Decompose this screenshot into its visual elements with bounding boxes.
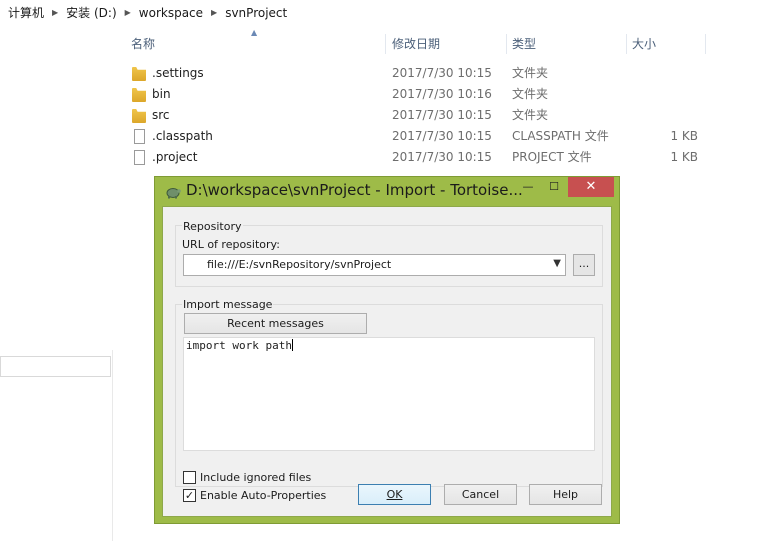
chevron-down-icon[interactable]: ▼ [553,258,561,269]
import-dialog: D:\workspace\svnProject - Import - Torto… [154,176,620,524]
file-type: 文件夹 [512,66,549,80]
file-icon [134,150,145,165]
column-divider[interactable] [705,34,706,54]
file-date: 2017/7/30 10:16 [392,87,492,101]
url-value: file:///E:/svnRepository/svnProject [207,258,392,271]
auto-props-checkbox[interactable]: ✓ [183,489,196,502]
message-text: import work path [186,339,292,352]
close-button[interactable]: ✕ [568,177,614,197]
ok-button[interactable]: OK [358,484,431,505]
auto-props-label[interactable]: Enable Auto-Properties [200,489,326,502]
navigation-pane-divider [112,350,113,541]
dialog-body: Repository URL of repository: file:///E:… [162,206,612,517]
include-ignored-row[interactable]: Include ignored files [183,471,311,484]
file-name: .classpath [152,129,213,143]
column-header-type[interactable]: 类型 [507,32,536,56]
chevron-right-icon[interactable]: ▶ [48,8,62,17]
dialog-title: D:\workspace\svnProject - Import - Torto… [186,181,523,199]
file-date: 2017/7/30 10:15 [392,129,492,143]
column-header-name[interactable]: 名称 [126,32,155,56]
tortoise-icon [166,188,181,199]
file-name: src [152,108,170,122]
cancel-button[interactable]: Cancel [444,484,517,505]
breadcrumb-workspace[interactable]: workspace [135,6,207,20]
column-header-size[interactable]: 大小 [627,32,656,56]
file-size: 1 KB [670,129,698,143]
file-row[interactable]: .project 2017/7/30 10:15 PROJECT 文件 1 KB [126,147,726,168]
repository-group-label: Repository [182,220,243,233]
text-caret [291,339,293,351]
file-size [626,84,698,105]
breadcrumb-svnproject[interactable]: svnProject [221,6,291,20]
breadcrumb-drive[interactable]: 安装 (D:) [62,4,120,21]
file-name: .settings [152,66,204,80]
file-name: bin [152,87,171,101]
chevron-right-icon[interactable]: ▶ [207,8,221,17]
file-row[interactable]: .settings 2017/7/30 10:15 文件夹 [126,63,726,84]
file-type: 文件夹 [512,108,549,122]
column-divider[interactable] [385,34,386,54]
include-ignored-checkbox[interactable] [183,471,196,484]
dialog-titlebar[interactable]: D:\workspace\svnProject - Import - Torto… [155,177,619,205]
file-size [626,63,698,84]
auto-props-row[interactable]: ✓ Enable Auto-Properties [183,489,326,502]
message-textarea[interactable]: import work path [183,337,595,451]
import-message-group-label: Import message [182,298,274,311]
file-size [626,105,698,126]
column-header-date[interactable]: 修改日期 [387,32,440,56]
file-icon [134,129,145,144]
breadcrumb: 计算机 ▶ 安装 (D:) ▶ workspace ▶ svnProject [0,0,769,25]
minimize-button[interactable]: — [515,177,541,197]
file-type: CLASSPATH 文件 [512,129,609,143]
help-button[interactable]: Help [529,484,602,505]
maximize-button[interactable]: ☐ [541,177,567,197]
breadcrumb-computer[interactable]: 计算机 [4,4,48,21]
file-row[interactable]: bin 2017/7/30 10:16 文件夹 [126,84,726,105]
browse-button[interactable]: ... [573,254,595,276]
file-date: 2017/7/30 10:15 [392,66,492,80]
include-ignored-label[interactable]: Include ignored files [200,471,311,484]
url-label: URL of repository: [182,238,280,251]
folder-icon [132,67,146,81]
recent-messages-button[interactable]: Recent messages [184,313,367,334]
file-type: PROJECT 文件 [512,150,592,164]
url-combobox[interactable]: file:///E:/svnRepository/svnProject ▼ [183,254,566,276]
file-date: 2017/7/30 10:15 [392,108,492,122]
file-type: 文件夹 [512,87,549,101]
file-date: 2017/7/30 10:15 [392,150,492,164]
file-name: .project [152,150,198,164]
file-row[interactable]: .classpath 2017/7/30 10:15 CLASSPATH 文件 … [126,126,726,147]
chevron-right-icon[interactable]: ▶ [121,8,135,17]
folder-icon [132,109,146,123]
sort-ascending-icon: ▲ [251,28,258,37]
navigation-pane-item[interactable] [0,356,111,377]
column-headers: ▲ 名称 修改日期 类型 大小 [126,28,706,56]
file-size: 1 KB [670,150,698,164]
folder-icon [132,88,146,102]
file-row[interactable]: src 2017/7/30 10:15 文件夹 [126,105,726,126]
